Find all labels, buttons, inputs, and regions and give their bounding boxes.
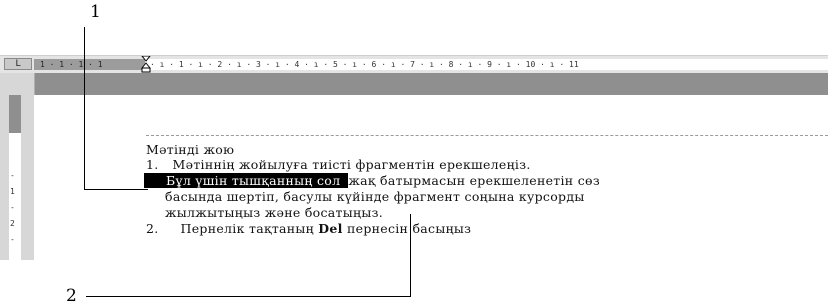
- vruler-tick: -: [10, 171, 15, 180]
- ruler-left-ticks: 1 · 1 · 1 · 1: [40, 60, 103, 69]
- document-page[interactable]: Мәтінді жою 1. Мәтіннің жойылуға тиісті ф…: [34, 95, 828, 260]
- paragraph-line-selected[interactable]: Бұл үшін тышқанның сол жақ батырмасын ере…: [144, 173, 600, 188]
- callout-1-horizontal-line: [84, 189, 148, 190]
- list-item-1[interactable]: 1. Мәтіннің жойылуға тиісті фрагментін ер…: [146, 157, 531, 172]
- tab-selector-button[interactable]: L: [4, 58, 32, 70]
- del-key-name: Del: [318, 221, 343, 236]
- list-item-text: Мәтіннің жойылуға тиісті фрагментін ерек…: [172, 157, 531, 172]
- list-item-2[interactable]: 2. Пернелік тақтаның Del пернесін басыңыз: [146, 221, 471, 236]
- vruler-tick: -: [10, 235, 15, 244]
- callout-2-horizontal-line: [86, 296, 411, 297]
- vertical-ruler-top-margin: [9, 95, 21, 133]
- paragraph-line[interactable]: жылжытыңыз және босатыңыз.: [165, 205, 383, 220]
- callout-2-vertical-line: [410, 214, 411, 296]
- page-top-gap: [34, 73, 828, 95]
- vruler-tick: 1: [10, 187, 15, 196]
- document-heading[interactable]: Мәтінді жою: [146, 142, 234, 157]
- callout-number-1: 1: [90, 2, 101, 22]
- indent-marker-icon[interactable]: [141, 56, 151, 73]
- top-margin-guide: [146, 135, 828, 136]
- list-number: 2.: [146, 221, 159, 236]
- list-item-text: Пернелік тақтаның: [180, 221, 319, 236]
- horizontal-ruler[interactable]: L 1 · 1 · 1 · 1 · ı · 1 · ı · 2 · ı · 3 …: [0, 55, 828, 74]
- callout-number-2: 2: [66, 286, 77, 306]
- line-text: жақ батырмасын ерекшеленетін сөз: [348, 173, 600, 188]
- vruler-tick: -: [10, 203, 15, 212]
- paragraph-line[interactable]: басында шертіп, басулы күйінде фрагмент …: [165, 189, 585, 204]
- list-number: 1.: [146, 157, 159, 172]
- ruler-ticks: · ı · 1 · ı · 2 · ı · 3 · ı · 4 · ı · 5 …: [150, 60, 579, 69]
- list-item-text: пернесін басыңыз: [342, 221, 472, 236]
- selected-text-fragment[interactable]: Бұл үшін тышқанның сол: [144, 173, 349, 188]
- vruler-tick: 2: [10, 219, 15, 228]
- callout-1-vertical-line: [84, 27, 85, 189]
- word-editor-window: L 1 · 1 · 1 · 1 · ı · 1 · ı · 2 · ı · 3 …: [0, 55, 828, 260]
- vertical-ruler[interactable]: - 1 - 2 -: [0, 73, 35, 260]
